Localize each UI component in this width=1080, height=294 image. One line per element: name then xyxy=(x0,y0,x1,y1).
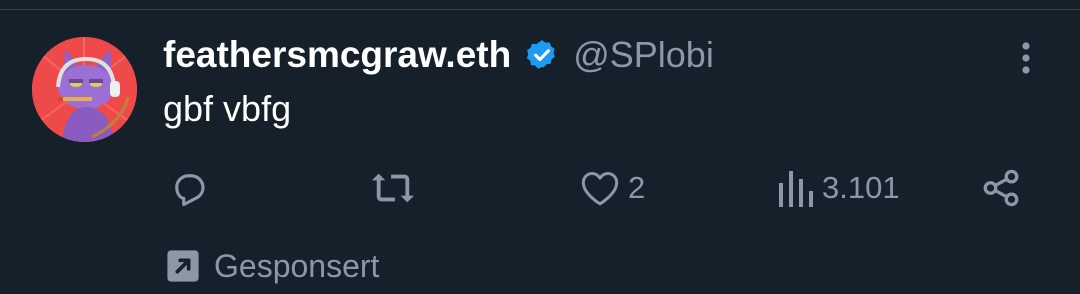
share-icon xyxy=(983,169,1019,207)
retweet-icon xyxy=(372,173,414,203)
promoted-arrow-icon xyxy=(167,250,199,282)
display-name[interactable]: feathersmcgraw.eth xyxy=(163,34,511,76)
tweet-header: feathersmcgraw.eth @SPlobi xyxy=(163,32,714,78)
like-button[interactable]: 2 xyxy=(580,166,645,210)
retweet-button[interactable] xyxy=(370,166,424,210)
tweet-text: gbf vbfg xyxy=(163,88,292,129)
heart-icon xyxy=(581,172,619,206)
top-divider xyxy=(0,9,1080,10)
reply-icon xyxy=(175,174,205,207)
more-options-icon[interactable] xyxy=(1012,40,1040,80)
views-button[interactable]: 3.101 xyxy=(778,166,900,210)
reply-button[interactable] xyxy=(168,166,218,210)
user-handle[interactable]: @SPlobi xyxy=(573,34,714,76)
like-count: 2 xyxy=(628,170,646,205)
views-count: 3.101 xyxy=(822,170,900,205)
promoted-label[interactable]: Gesponsert xyxy=(166,246,379,286)
purple-cat-avatar-icon xyxy=(32,37,137,142)
share-button[interactable] xyxy=(980,166,1022,210)
avatar[interactable] xyxy=(32,37,137,142)
verified-badge-icon xyxy=(527,40,556,69)
views-bar-chart-icon xyxy=(779,171,813,207)
promoted-text: Gesponsert xyxy=(214,247,380,284)
